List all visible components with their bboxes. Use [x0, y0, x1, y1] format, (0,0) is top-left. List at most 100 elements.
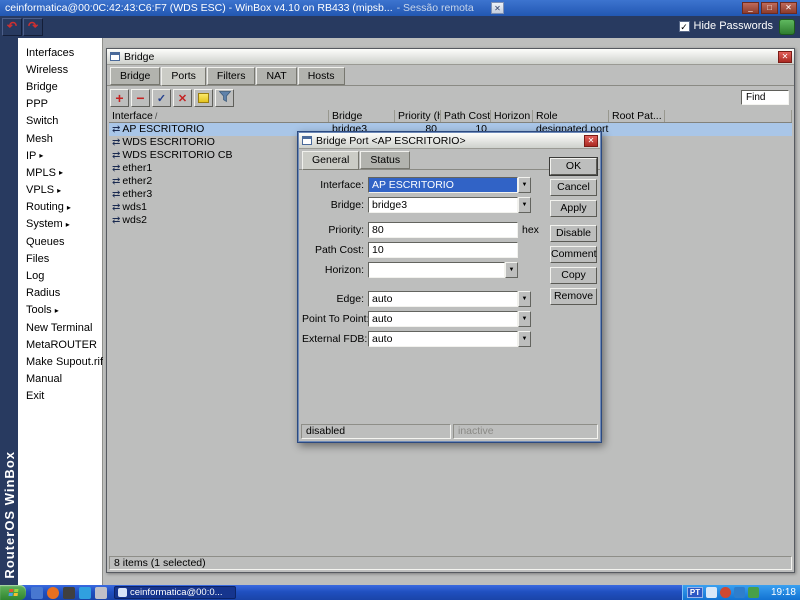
enable-button[interactable]: ✓	[152, 89, 171, 107]
sidebar-item-wireless[interactable]: Wireless	[18, 61, 102, 78]
sidebar-item-tools[interactable]: Tools▸	[18, 302, 102, 319]
column-header-path-cost[interactable]: Path Cost	[441, 110, 491, 122]
tray-icon-4[interactable]	[748, 587, 759, 598]
column-label: Interface	[112, 110, 153, 122]
copy-button[interactable]: Copy	[550, 267, 597, 284]
sidebar-item-log[interactable]: Log	[18, 267, 102, 284]
sidebar-item-vpls[interactable]: VPLS▸	[18, 182, 102, 199]
tray-icon-2[interactable]	[720, 587, 731, 598]
add-button[interactable]: +	[110, 89, 129, 107]
tab-bridge[interactable]: Bridge	[110, 67, 160, 85]
tab-status[interactable]: Status	[360, 151, 410, 169]
quick-launch-icon-3[interactable]	[63, 587, 75, 599]
column-header-interface[interactable]: Interface/	[109, 110, 329, 122]
close-button[interactable]: ✕	[780, 2, 797, 14]
safe-mode-icon[interactable]	[779, 19, 795, 35]
column-header-bridge[interactable]: Bridge	[329, 110, 395, 122]
remote-session-close-button[interactable]: ✕	[491, 2, 504, 14]
tray-icon-3[interactable]	[734, 587, 745, 598]
bridge-window-titlebar[interactable]: Bridge	[107, 49, 794, 65]
column-header-priority[interactable]: Priority (h...	[395, 110, 441, 122]
bridge-dropdown-icon[interactable]: ▼	[518, 197, 531, 213]
horizon-dropdown-icon[interactable]: ▼	[505, 262, 518, 278]
comment-button[interactable]	[194, 89, 213, 107]
horizon-field[interactable]	[368, 262, 505, 278]
edge-field[interactable]: auto	[368, 291, 518, 307]
edge-label: Edge:	[302, 293, 368, 305]
language-indicator[interactable]: PT	[687, 587, 703, 598]
sidebar-item-mpls[interactable]: MPLS▸	[18, 164, 102, 181]
windows-logo-icon	[8, 589, 18, 596]
tab-ports[interactable]: Ports	[161, 67, 206, 86]
sidebar-item-bridge[interactable]: Bridge	[18, 78, 102, 95]
sidebar-item-ppp[interactable]: PPP	[18, 96, 102, 113]
ok-button[interactable]: OK	[550, 158, 597, 175]
cell-interface: ⇄wds2	[109, 214, 329, 227]
bridge-window-close-button[interactable]: ✕	[778, 51, 792, 63]
bridge-field[interactable]: bridge3	[368, 197, 518, 213]
tray-icon-1[interactable]	[706, 587, 717, 598]
point-to-point-dropdown-icon[interactable]: ▼	[518, 311, 531, 327]
point-to-point-field[interactable]: auto	[368, 311, 518, 327]
sidebar-item-system[interactable]: System▸	[18, 216, 102, 233]
sidebar-item-routing[interactable]: Routing▸	[18, 199, 102, 216]
sidebar-item-files[interactable]: Files	[18, 250, 102, 267]
disable-button[interactable]: ✕	[173, 89, 192, 107]
winbox-task-button[interactable]: ceinformatica@00:0...	[114, 586, 236, 599]
redo-button[interactable]: ↷	[23, 18, 43, 36]
edge-dropdown-icon[interactable]: ▼	[518, 291, 531, 307]
remove-button[interactable]: −	[131, 89, 150, 107]
column-header-horizon[interactable]: Horizon	[491, 110, 533, 122]
start-button[interactable]	[0, 585, 26, 600]
sidebar-item-mesh[interactable]: Mesh	[18, 130, 102, 147]
dialog-titlebar[interactable]: Bridge Port <AP ESCRITORIO>	[299, 133, 600, 149]
path-cost-label: Path Cost:	[302, 244, 368, 256]
column-header-role[interactable]: Role	[533, 110, 609, 122]
quick-launch-icon-5[interactable]	[95, 587, 107, 599]
cancel-button[interactable]: Cancel	[550, 179, 597, 196]
submenu-arrow-icon: ▸	[39, 151, 43, 160]
column-header-root-path[interactable]: Root Pat...	[609, 110, 665, 122]
external-fdb-dropdown-icon[interactable]: ▼	[518, 331, 531, 347]
sidebar-item-exit[interactable]: Exit	[18, 388, 102, 405]
minimize-button[interactable]: _	[742, 2, 759, 14]
undo-button[interactable]: ↶	[2, 18, 22, 36]
sidebar-item-radius[interactable]: Radius	[18, 285, 102, 302]
tab-general[interactable]: General	[302, 151, 359, 170]
sidebar-item-interfaces[interactable]: Interfaces	[18, 44, 102, 61]
sidebar-item-metarouter[interactable]: MetaROUTER	[18, 336, 102, 353]
quick-launch-icon-4[interactable]	[79, 587, 91, 599]
sidebar-item-make-supout[interactable]: Make Supout.rif	[18, 353, 102, 370]
tab-nat[interactable]: NAT	[256, 67, 296, 85]
routeros-winbox-brand: RouterOS WinBox	[2, 451, 17, 579]
filter-button[interactable]	[215, 89, 234, 107]
sidebar-item-manual[interactable]: Manual	[18, 371, 102, 388]
tab-hosts[interactable]: Hosts	[298, 67, 345, 85]
external-fdb-field[interactable]: auto	[368, 331, 518, 347]
interface-dropdown-icon[interactable]: ▼	[518, 177, 531, 193]
tab-filters[interactable]: Filters	[207, 67, 256, 85]
dialog-close-button[interactable]: ✕	[584, 135, 598, 147]
path-cost-field[interactable]: 10	[368, 242, 518, 258]
disable-button[interactable]: Disable	[550, 225, 597, 242]
interface-name: ether3	[122, 188, 152, 200]
taskbar: ceinformatica@00:0... PT 19:18	[0, 585, 800, 600]
sidebar-item-new-terminal[interactable]: New Terminal	[18, 319, 102, 336]
restore-button[interactable]: □	[761, 2, 778, 14]
remove-button[interactable]: Remove	[550, 288, 597, 305]
interface-field[interactable]: AP ESCRITORIO	[368, 177, 518, 193]
hide-passwords-checkbox[interactable]: ✓ Hide Passwords	[679, 20, 773, 32]
quick-launch-icon-1[interactable]	[31, 587, 43, 599]
cell-root-path	[609, 123, 665, 136]
sidebar-item-switch[interactable]: Switch	[18, 113, 102, 130]
sidebar-item-queues[interactable]: Queues	[18, 233, 102, 250]
client-area: Bridge ✕ Bridge Ports Filters NAT Hosts …	[103, 38, 800, 585]
remote-session-titlebar[interactable]: ceinformatica@00:0C:42:43:C6:F7 (WDS ESC…	[0, 0, 800, 16]
cross-icon: ✕	[178, 92, 187, 105]
apply-button[interactable]: Apply	[550, 200, 597, 217]
sidebar-item-ip[interactable]: IP▸	[18, 147, 102, 164]
priority-field[interactable]: 80	[368, 222, 518, 238]
find-button[interactable]: Find	[741, 90, 789, 105]
firefox-icon[interactable]	[47, 587, 59, 599]
comment-button[interactable]: Comment	[550, 246, 597, 263]
